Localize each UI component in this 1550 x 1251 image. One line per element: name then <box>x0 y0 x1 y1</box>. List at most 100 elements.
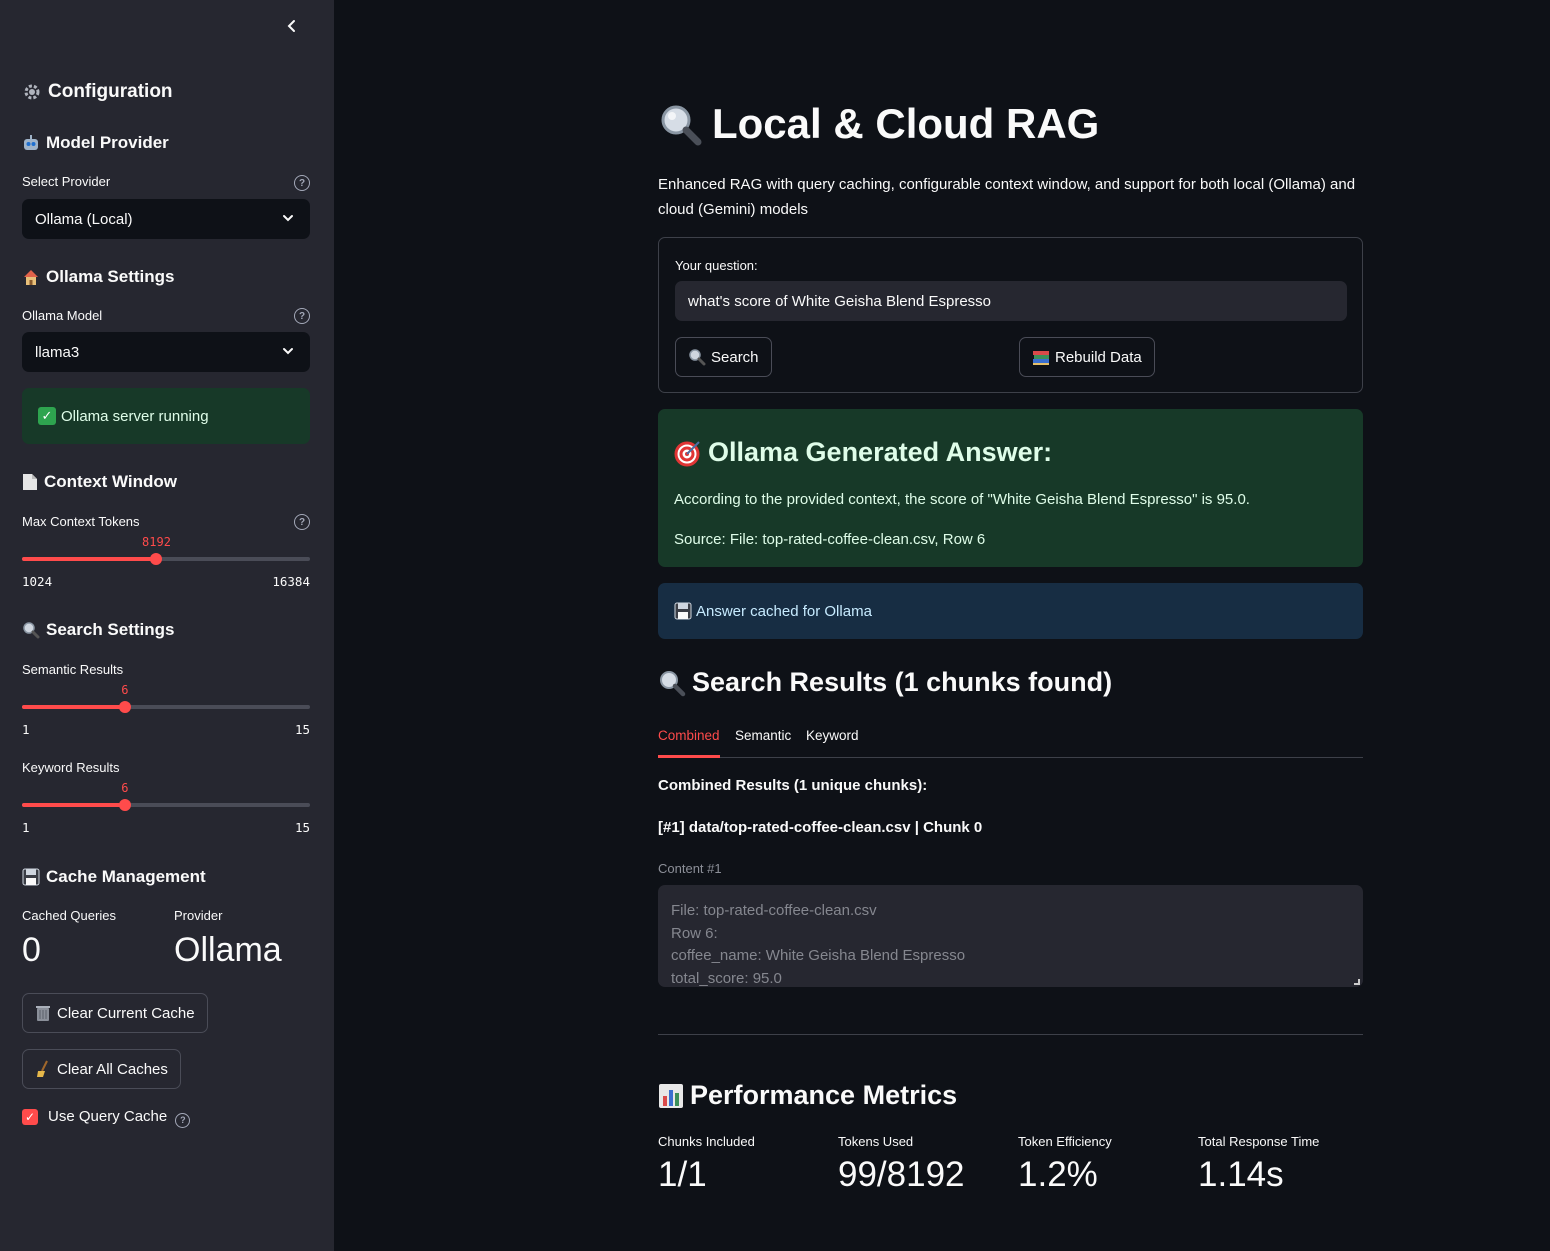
metric-label: Token Efficiency <box>1018 1134 1112 1149</box>
cached-queries-label: Cached Queries <box>22 908 116 923</box>
slider-max-label: 15 <box>294 722 310 737</box>
tab-semantic[interactable]: Semantic <box>735 728 791 743</box>
max-tokens-slider[interactable]: 8192 <box>22 535 310 565</box>
tab-keyword[interactable]: Keyword <box>806 728 859 743</box>
help-icon[interactable]: ? <box>294 308 310 324</box>
ollama-settings-heading: Ollama Settings <box>22 267 174 287</box>
magnifier-icon <box>22 621 40 639</box>
tab-combined[interactable]: Combined <box>658 728 720 743</box>
slider-value: 6 <box>121 781 129 795</box>
metric-value: 1/1 <box>658 1155 707 1194</box>
answer-heading: Ollama Generated Answer: <box>674 437 1052 468</box>
gear-icon <box>22 82 42 102</box>
metric-value: 99/8192 <box>838 1155 965 1194</box>
search-settings-heading: Search Settings <box>22 620 175 640</box>
slider-thumb[interactable] <box>150 553 163 565</box>
help-icon[interactable]: ? <box>175 1112 191 1128</box>
answer-source: Source: File: top-rated-coffee-clean.csv… <box>674 531 986 548</box>
magnifier-icon <box>658 102 702 146</box>
collapse-sidebar-button[interactable] <box>280 14 304 38</box>
help-icon[interactable]: ? <box>294 175 310 191</box>
keyword-results-slider[interactable]: 6 <box>22 781 310 811</box>
slider-thumb[interactable] <box>118 799 131 811</box>
magnifier-icon <box>658 669 686 697</box>
slider-fill <box>22 705 125 709</box>
question-form: Your question: Search Rebuild Data <box>658 237 1363 393</box>
slider-max-label: 15 <box>294 820 310 835</box>
chevron-left-icon <box>287 20 295 32</box>
direct-hit-icon <box>674 439 702 467</box>
wastebasket-icon <box>35 1004 51 1022</box>
metric-label: Total Response Time <box>1198 1134 1320 1149</box>
slider-fill <box>22 803 125 807</box>
search-button[interactable]: Search <box>675 337 772 377</box>
broom-icon <box>35 1060 51 1078</box>
slider-min-label: 1 <box>22 820 30 835</box>
sidebar: Configuration Model Provider Select Prov… <box>0 0 334 1251</box>
slider-thumb[interactable] <box>118 701 131 713</box>
answer-success-alert: Ollama Generated Answer: According to th… <box>658 409 1363 567</box>
server-status-alert: ✓ Ollama server running <box>22 388 310 444</box>
search-results-heading: Search Results (1 chunks found) <box>658 667 1112 698</box>
metric-label: Tokens Used <box>838 1134 914 1149</box>
chunk-header: [#1] data/top-rated-coffee-clean.csv | C… <box>658 819 983 836</box>
ollama-model-select[interactable]: llama3 <box>22 332 310 372</box>
slider-max-label: 16384 <box>272 574 310 589</box>
select-provider-label: Select Provider <box>22 174 111 189</box>
semantic-results-label: Semantic Results <box>22 662 124 677</box>
document-icon <box>22 473 38 491</box>
results-tabs: Combined Semantic Keyword <box>658 722 1363 758</box>
context-window-heading: Context Window <box>22 472 177 492</box>
performance-metrics-heading: Performance Metrics <box>658 1080 957 1111</box>
question-input[interactable] <box>675 281 1347 321</box>
house-icon <box>22 268 40 286</box>
content-line: total_score: 95.0 <box>671 970 782 987</box>
provider-select[interactable]: Ollama (Local) <box>22 199 310 239</box>
cache-management-heading: Cache Management <box>22 867 206 887</box>
page-title: Local & Cloud RAG <box>658 100 1099 148</box>
slider-value: 6 <box>121 683 129 697</box>
bar-chart-icon <box>658 1083 684 1109</box>
magnifier-icon <box>688 348 706 366</box>
cache-info-alert: Answer cached for Ollama <box>658 583 1363 639</box>
slider-min-label: 1 <box>22 722 30 737</box>
chevron-down-icon <box>283 348 293 355</box>
metric-label: Chunks Included <box>658 1134 755 1149</box>
clear-all-caches-button[interactable]: Clear All Caches <box>22 1049 181 1089</box>
model-provider-heading: Model Provider <box>22 133 169 153</box>
content-textarea[interactable]: File: top-rated-coffee-clean.csv Row 6: … <box>658 885 1363 987</box>
semantic-results-slider[interactable]: 6 <box>22 683 310 713</box>
keyword-results-label: Keyword Results <box>22 760 120 775</box>
floppy-disk-icon <box>674 602 692 620</box>
page-subtitle: Enhanced RAG with query caching, configu… <box>658 176 1356 218</box>
question-label: Your question: <box>675 258 758 273</box>
content-label: Content #1 <box>658 861 722 876</box>
resize-handle-icon[interactable] <box>1354 979 1360 985</box>
floppy-disk-icon <box>22 868 40 886</box>
provider-value: Ollama <box>174 931 282 969</box>
use-query-cache-label: Use Query Cache ? <box>48 1108 191 1128</box>
books-icon <box>1032 348 1050 366</box>
chevron-down-icon <box>283 215 293 222</box>
clear-current-cache-button[interactable]: Clear Current Cache <box>22 993 208 1033</box>
divider <box>658 1034 1363 1035</box>
help-icon[interactable]: ? <box>294 514 310 530</box>
slider-value: 8192 <box>142 535 171 549</box>
content-line: Row 6: <box>671 924 718 942</box>
content-line: coffee_name: White Geisha Blend Espresso <box>671 947 966 965</box>
combined-results-header: Combined Results (1 unique chunks): <box>658 777 928 794</box>
check-mark-icon: ✓ <box>38 407 56 425</box>
metric-value: 1.2% <box>1018 1155 1098 1194</box>
active-tab-indicator <box>658 755 720 758</box>
content-line: File: top-rated-coffee-clean.csv <box>671 902 877 919</box>
metric-value: 1.14s <box>1198 1155 1284 1194</box>
slider-min-label: 1024 <box>22 574 53 589</box>
use-query-cache-checkbox[interactable]: ✓ <box>22 1109 38 1125</box>
cached-queries-value: 0 <box>22 931 41 969</box>
rebuild-data-button[interactable]: Rebuild Data <box>1019 337 1155 377</box>
ollama-model-label: Ollama Model <box>22 308 103 323</box>
provider-label: Provider <box>174 908 223 923</box>
max-tokens-label: Max Context Tokens <box>22 514 140 529</box>
slider-fill <box>22 557 157 561</box>
configuration-heading: Configuration <box>22 81 173 103</box>
